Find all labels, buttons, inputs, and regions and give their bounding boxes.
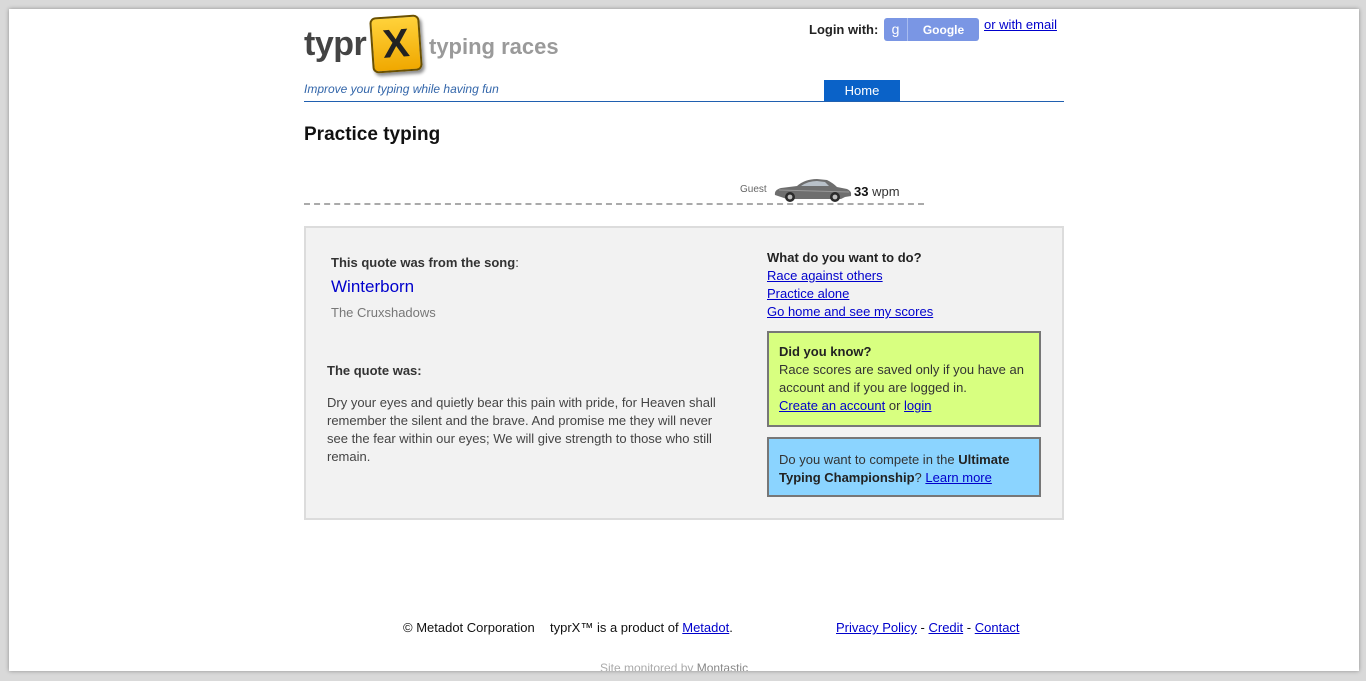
or-text: or	[888, 398, 901, 413]
race-against-others-link[interactable]: Race against others	[767, 268, 883, 283]
practice-alone-link[interactable]: Practice alone	[767, 286, 849, 301]
todo-heading: What do you want to do?	[767, 250, 922, 265]
quote-text: Dry your eyes and quietly bear this pain…	[327, 395, 716, 464]
quote-source-colon: :	[515, 255, 519, 270]
google-login-label: Google	[922, 22, 965, 37]
quote-source-label-text: This quote was from the song	[331, 255, 516, 270]
footer-period: .	[729, 620, 733, 635]
did-you-know-actions: Create an account or login	[779, 397, 1029, 415]
logo-tagline: typing races	[429, 34, 559, 59]
privacy-policy-link[interactable]: Privacy Policy	[836, 620, 917, 635]
create-account-link[interactable]: Create an account	[779, 398, 885, 413]
monitored-brand[interactable]: Montastic	[697, 661, 748, 671]
quote-source-label: This quote was from the song:	[331, 255, 519, 270]
site-slogan: Improve your typing while having fun	[304, 82, 499, 96]
song-title-link[interactable]: Winterborn	[331, 277, 414, 297]
logo-x-icon[interactable]: X	[369, 14, 423, 74]
header-divider	[304, 101, 1064, 102]
racer-name: Guest	[740, 184, 767, 195]
site-monitored-note: Site monitored by Montastic	[600, 661, 748, 671]
google-icon: g	[884, 18, 908, 41]
wpm-unit: wpm	[872, 184, 900, 199]
footer-product-text: typrX™ is a product of	[550, 620, 679, 635]
footer-links: Privacy Policy - Credit - Contact	[836, 620, 1020, 635]
wpm-readout: 33 wpm	[854, 184, 900, 199]
credit-link[interactable]: Credit	[928, 620, 963, 635]
login-with-email-link[interactable]: or with email	[984, 17, 1057, 32]
metadot-link[interactable]: Metadot	[682, 620, 729, 635]
go-home-scores-link[interactable]: Go home and see my scores	[767, 304, 933, 319]
wpm-value: 33	[854, 184, 869, 199]
nav-tab-home[interactable]: Home	[824, 80, 900, 102]
car-icon	[774, 179, 852, 202]
championship-text: Do you want to compete in the	[779, 452, 955, 467]
race-track-line	[304, 203, 924, 205]
footer-product: typrX™ is a product of Metadot.	[550, 620, 733, 635]
page-title: Practice typing	[304, 124, 441, 145]
footer-separator: -	[916, 620, 929, 635]
quote-label: The quote was:	[327, 363, 422, 378]
championship-question-mark: ?	[914, 470, 922, 485]
did-you-know-text: Race scores are saved only if you have a…	[779, 362, 1024, 395]
song-artist: The Cruxshadows	[331, 305, 436, 320]
google-login-button[interactable]: g Google	[884, 18, 979, 41]
contact-link[interactable]: Contact	[975, 620, 1020, 635]
footer-separator: -	[963, 620, 975, 635]
logo-word[interactable]: typr	[304, 25, 367, 64]
did-you-know-box: Did you know? Race scores are saved only…	[767, 331, 1041, 427]
footer-copyright: © Metadot Corporation	[403, 620, 535, 635]
did-you-know-heading: Did you know?	[779, 344, 872, 359]
browser-viewport: typr X typing races Improve your typing …	[9, 9, 1359, 671]
championship-box: Do you want to compete in the Ultimate T…	[767, 437, 1041, 497]
learn-more-link[interactable]: Learn more	[925, 470, 991, 485]
login-link[interactable]: login	[904, 398, 931, 413]
login-label: Login with:	[809, 22, 879, 37]
monitored-text: Site monitored by	[600, 661, 694, 671]
